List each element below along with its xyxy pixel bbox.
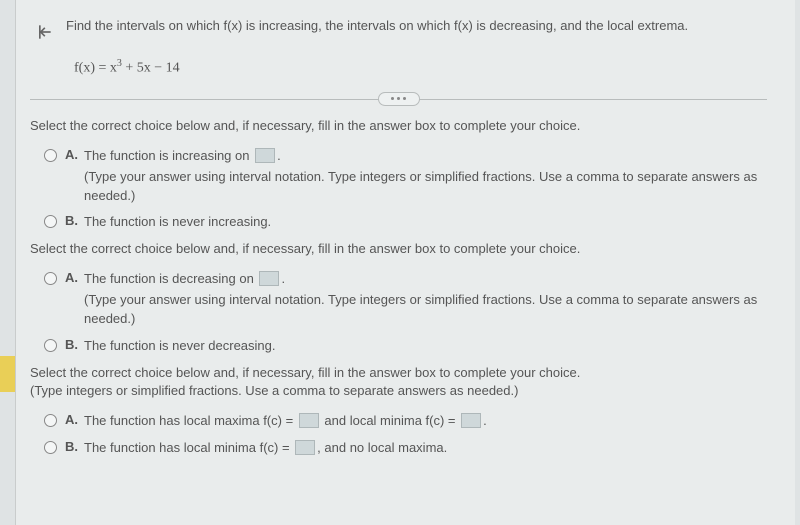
answer-blank[interactable] [299,413,319,428]
arrow-left-bar-icon [34,22,54,42]
radio-button[interactable] [44,149,57,162]
option-letter: B. [65,213,78,228]
option-body: The function is decreasing on . (Type you… [84,270,767,329]
option-row: B. The function is never increasing. [44,213,767,232]
radio-button[interactable] [44,215,57,228]
option-hint: (Type your answer using interval notatio… [84,168,767,206]
option-text: . [483,413,487,428]
option-text: The function is never increasing. [84,214,271,229]
option-row: B. The function is never decreasing. [44,337,767,356]
option-hint: (Type your answer using interval notatio… [84,291,767,329]
option-row: A. The function is decreasing on . (Type y… [44,270,767,329]
answer-blank[interactable] [295,440,315,455]
option-text: The function has local minima f(c) = [84,440,293,455]
option-body: The function has local minima f(c) = , a… [84,439,767,458]
option-letter: A. [65,270,78,285]
option-text: The function is never decreasing. [84,338,276,353]
option-text: The function is decreasing on [84,271,257,286]
option-row: A. The function has local maxima f(c) = a… [44,412,767,431]
option-text: The function is increasing on [84,148,253,163]
back-button[interactable] [30,18,58,46]
question-header: Find the intervals on which f(x) is incr… [30,10,767,46]
option-row: B. The function has local minima f(c) = ,… [44,439,767,458]
option-body: The function has local maxima f(c) = and… [84,412,767,431]
option-body: The function is increasing on . (Type you… [84,147,767,206]
option-letter: B. [65,337,78,352]
option-letter: A. [65,147,78,162]
highlight-marker [0,356,16,392]
expand-pill[interactable] [378,92,420,106]
answer-blank[interactable] [461,413,481,428]
answer-blank[interactable] [259,271,279,286]
option-letter: A. [65,412,78,427]
radio-button[interactable] [44,339,57,352]
section-divider [30,91,767,107]
block-instruction: Select the correct choice below and, if … [30,240,767,258]
option-text: . [281,271,285,286]
option-body: The function is never increasing. [84,213,767,232]
option-row: A. The function is increasing on . (Type y… [44,147,767,206]
option-text: , and no local maxima. [317,440,447,455]
answer-blank[interactable] [255,148,275,163]
option-text: . [277,148,281,163]
option-letter: B. [65,439,78,454]
question-page: Find the intervals on which f(x) is incr… [15,0,795,525]
block-instruction: Select the correct choice below and, if … [30,364,767,400]
option-text: The function has local maxima f(c) = [84,413,297,428]
question-formula: f(x) = x3 + 5x − 14 [74,58,767,77]
question-prompt: Find the intervals on which f(x) is incr… [66,10,767,36]
option-body: The function is never decreasing. [84,337,767,356]
answer-blocks: Select the correct choice below and, if … [30,117,767,458]
block-instruction: Select the correct choice below and, if … [30,117,767,135]
radio-button[interactable] [44,272,57,285]
option-text: and local minima f(c) = [321,413,459,428]
radio-button[interactable] [44,441,57,454]
radio-button[interactable] [44,414,57,427]
